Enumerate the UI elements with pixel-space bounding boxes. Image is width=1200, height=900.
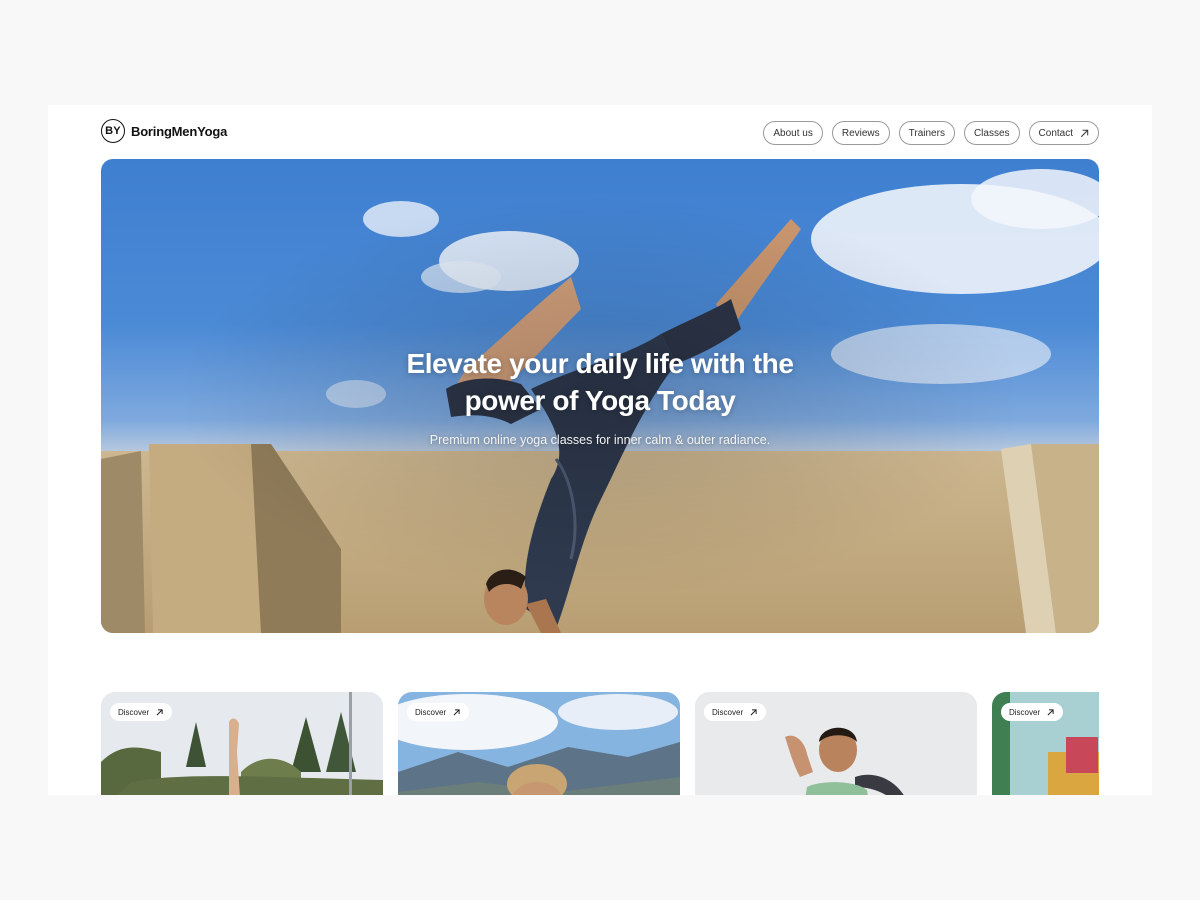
- discover-label: Discover: [415, 707, 447, 717]
- arrow-up-right-icon: [1080, 129, 1089, 137]
- hero-subtitle: Premium online yoga classes for inner ca…: [429, 433, 771, 447]
- main-nav: About us Reviews Trainers Classes Contac…: [763, 121, 1099, 145]
- nav-reviews[interactable]: Reviews: [831, 121, 890, 145]
- arrow-up-right-icon: [1047, 708, 1054, 715]
- hero-title-line2: power of Yoga Today: [464, 385, 736, 416]
- arrow-up-right-icon: [453, 708, 460, 715]
- logo-mark: BY: [101, 119, 125, 143]
- nav-contact[interactable]: Contact: [1028, 121, 1099, 145]
- discover-button[interactable]: Discover: [407, 703, 470, 721]
- arrow-up-right-icon: [750, 708, 757, 715]
- logo-text: BoringMenYoga: [131, 123, 228, 139]
- discover-label: Discover: [118, 707, 150, 717]
- class-cards: Discover Discover Discover Discover: [101, 692, 1099, 795]
- hero-title: Elevate your daily life with the power o…: [101, 345, 1099, 419]
- nav-label: About us: [773, 127, 813, 139]
- class-card[interactable]: Discover: [992, 692, 1099, 795]
- discover-button[interactable]: Discover: [1001, 703, 1064, 721]
- class-card[interactable]: Discover: [101, 692, 383, 795]
- nav-label: Classes: [973, 127, 1010, 139]
- discover-label: Discover: [1009, 707, 1041, 717]
- class-card[interactable]: Discover: [398, 692, 680, 795]
- nav-label: Trainers: [908, 127, 945, 139]
- hero-title-line1: Elevate your daily life with the: [406, 348, 794, 379]
- discover-button[interactable]: Discover: [110, 703, 173, 721]
- nav-classes[interactable]: Classes: [963, 121, 1020, 145]
- arrow-up-right-icon: [156, 708, 163, 715]
- nav-trainers[interactable]: Trainers: [898, 121, 955, 145]
- nav-label: Contact: [1038, 127, 1073, 139]
- landing-page: BY BoringMenYoga About us Reviews Traine…: [48, 105, 1152, 795]
- discover-button[interactable]: Discover: [704, 703, 767, 721]
- nav-label: Reviews: [841, 127, 880, 139]
- class-card[interactable]: Discover: [695, 692, 977, 795]
- logo[interactable]: BY BoringMenYoga: [101, 119, 227, 143]
- discover-label: Discover: [712, 707, 744, 717]
- hero-banner: Elevate your daily life with the power o…: [101, 159, 1099, 633]
- nav-about-us[interactable]: About us: [763, 121, 823, 145]
